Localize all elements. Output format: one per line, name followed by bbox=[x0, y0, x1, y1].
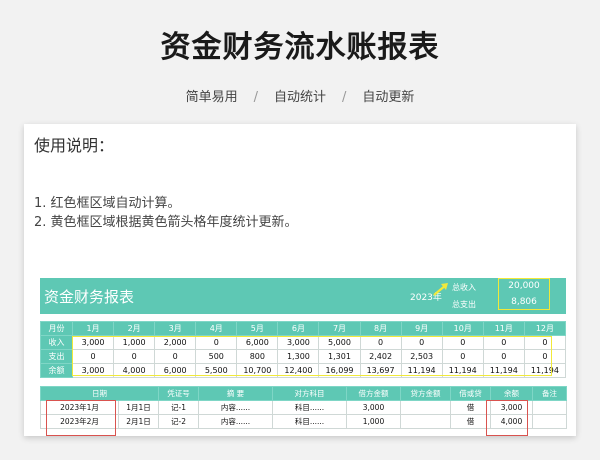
column-header: 对方科目 bbox=[272, 386, 347, 401]
note-item: 1. 红色框区域自动计算。 bbox=[34, 196, 181, 211]
total-income-label: 总收入 bbox=[452, 283, 476, 292]
report-title: 资金财务报表 bbox=[44, 288, 135, 306]
table-cell[interactable]: 借 bbox=[450, 414, 491, 429]
table-cell[interactable] bbox=[400, 400, 451, 415]
row-label: 收入 bbox=[40, 335, 73, 350]
month-header: 6月 bbox=[277, 321, 320, 336]
table-cell[interactable]: 记-2 bbox=[158, 414, 199, 429]
column-header: 备注 bbox=[532, 386, 567, 401]
column-header: 借或贷 bbox=[450, 386, 491, 401]
month-header: 8月 bbox=[359, 321, 402, 336]
table-cell[interactable]: 借 bbox=[450, 400, 491, 415]
column-header: 摘 要 bbox=[198, 386, 273, 401]
month-header: 2月 bbox=[113, 321, 156, 336]
column-header: 借方金额 bbox=[346, 386, 401, 401]
yellow-highlight-box bbox=[72, 336, 552, 376]
tagline-auto-stat: 自动统计 bbox=[273, 90, 326, 105]
row-label: 余额 bbox=[40, 363, 73, 378]
total-income-value: 20,000 bbox=[508, 281, 540, 291]
table-cell[interactable]: 2月1日 bbox=[118, 414, 159, 429]
month-header: 4月 bbox=[195, 321, 238, 336]
spreadsheet-preview: 使用说明： 1. 红色框区域自动计算。 2. 黄色框区域根据黄色箭头格年度统计更… bbox=[24, 124, 576, 436]
red-highlight-box bbox=[486, 400, 528, 436]
report-banner: 资金财务报表 2023年 总收入 总支出 20,000 8,806 bbox=[40, 278, 566, 314]
total-expense-value: 8,806 bbox=[511, 297, 537, 307]
table-cell[interactable]: 3,000 bbox=[346, 400, 401, 415]
row-label: 支出 bbox=[40, 349, 73, 364]
month-header: 1月 bbox=[71, 321, 115, 336]
month-header: 9月 bbox=[400, 321, 443, 336]
red-highlight-box bbox=[46, 400, 116, 436]
month-header: 11月 bbox=[482, 321, 525, 336]
table-cell[interactable]: 1月1日 bbox=[118, 400, 159, 415]
column-header: 月份 bbox=[40, 321, 73, 336]
table-cell[interactable] bbox=[532, 414, 567, 429]
tagline: 简单易用 / 自动统计 / 自动更新 bbox=[0, 86, 600, 105]
tagline-auto-update: 自动更新 bbox=[362, 90, 415, 105]
column-header: 日期 bbox=[40, 386, 159, 401]
table-cell[interactable]: 科目...... bbox=[272, 400, 347, 415]
notes-heading: 使用说明： bbox=[34, 136, 115, 155]
note-item: 2. 黄色框区域根据黄色箭头格年度统计更新。 bbox=[34, 215, 298, 230]
column-header: 贷方金额 bbox=[400, 386, 451, 401]
table-cell[interactable]: 内容...... bbox=[198, 414, 273, 429]
month-header: 10月 bbox=[441, 321, 484, 336]
table-cell[interactable] bbox=[532, 400, 567, 415]
table-cell[interactable] bbox=[400, 414, 451, 429]
month-header: 12月 bbox=[523, 321, 567, 336]
month-header: 5月 bbox=[236, 321, 279, 336]
column-header: 余额 bbox=[490, 386, 533, 401]
table-header-row: 日期 凭证号 摘 要 对方科目 借方金额 贷方金额 借或贷 余额 备注 bbox=[40, 386, 567, 401]
table-cell[interactable]: 1,000 bbox=[346, 414, 401, 429]
month-header: 3月 bbox=[154, 321, 197, 336]
page-title: 资金财务流水账报表 bbox=[160, 30, 440, 65]
table-header-row: 月份 1月 2月 3月 4月 5月 6月 7月 8月 9月 10月 11月 12… bbox=[40, 321, 567, 336]
month-header: 7月 bbox=[318, 321, 361, 336]
table-cell[interactable]: 内容...... bbox=[198, 400, 273, 415]
tagline-easy: 简单易用 bbox=[185, 90, 238, 105]
table-cell[interactable]: 记-1 bbox=[158, 400, 199, 415]
total-expense-label: 总支出 bbox=[452, 300, 476, 309]
separator: / bbox=[342, 90, 347, 105]
table-cell[interactable]: 科目...... bbox=[272, 414, 347, 429]
yellow-arrow-icon bbox=[433, 283, 448, 296]
column-header: 凭证号 bbox=[158, 386, 199, 401]
separator: / bbox=[253, 90, 258, 105]
